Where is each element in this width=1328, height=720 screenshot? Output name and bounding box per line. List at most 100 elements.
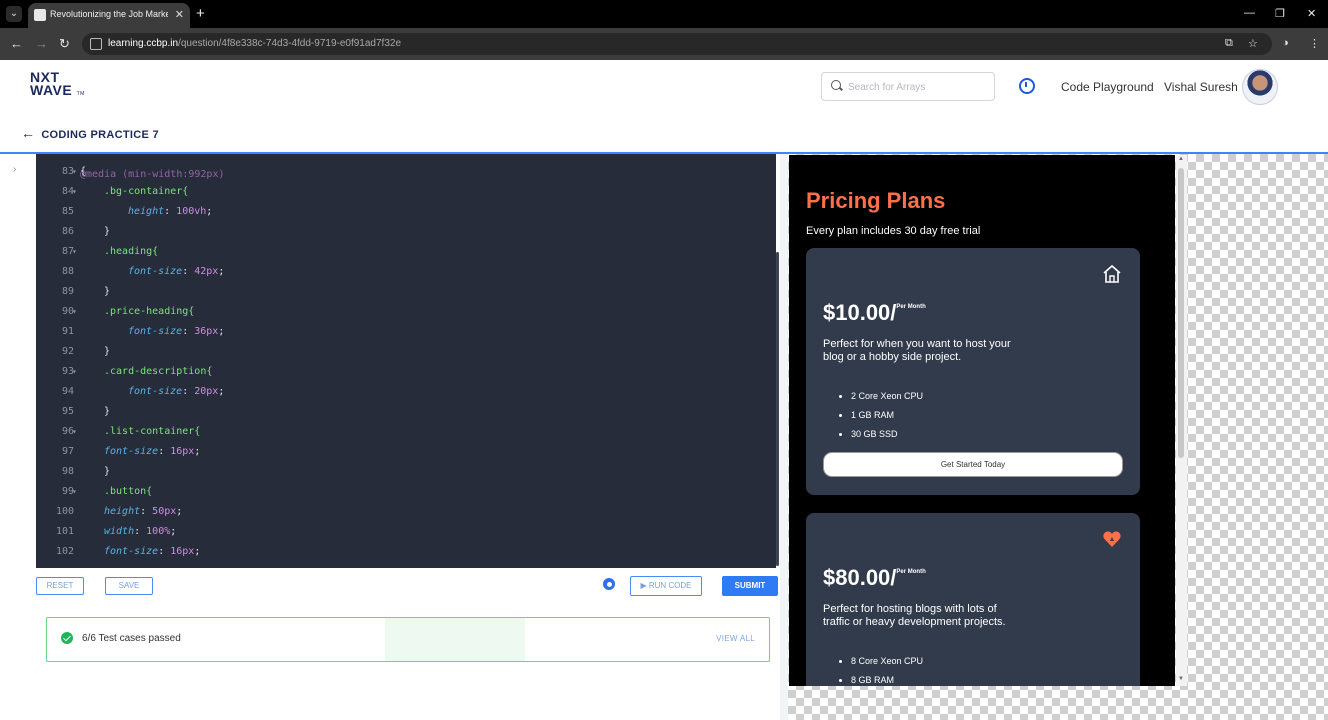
back-to-practice-link[interactable]: ← CODING PRACTICE 7 bbox=[21, 125, 159, 141]
fold-arrow-icon[interactable]: ▾ bbox=[72, 302, 77, 322]
bookmark-star-icon[interactable]: ☆ bbox=[1248, 37, 1258, 50]
list-item: 8 Core Xeon CPU bbox=[851, 655, 923, 674]
browser-tab[interactable]: Revolutionizing the Job Market ✕ bbox=[28, 3, 190, 28]
code-selector: .card-description{ bbox=[104, 366, 213, 377]
back-arrow-icon[interactable]: ← bbox=[10, 36, 23, 51]
fold-arrow-icon[interactable]: ▾ bbox=[72, 482, 77, 502]
get-started-button[interactable]: Get Started Today bbox=[823, 452, 1123, 477]
test-result-bar: 6/6 Test cases passed VIEW ALL bbox=[46, 617, 770, 662]
code-editor[interactable]: @media (min-width:992px) 83 ▾{84 ▾ .bg-cont… bbox=[36, 154, 776, 568]
line-number: 89 bbox=[61, 286, 74, 297]
card-price: $80.00/Per Month bbox=[823, 565, 926, 591]
list-item: 30 GB SSD bbox=[851, 428, 923, 447]
search-box[interactable] bbox=[821, 72, 995, 101]
code-text: } bbox=[104, 462, 110, 482]
logo-tm: TM bbox=[76, 91, 85, 97]
app-header: NXT WAVE TM Code Playground Vishal Sures… bbox=[0, 60, 1328, 152]
code-text: .bg-container{ bbox=[104, 182, 188, 202]
more-menu-icon[interactable]: ⋮ bbox=[1309, 37, 1320, 50]
site-info-icon[interactable] bbox=[90, 38, 102, 50]
code-text: { bbox=[80, 162, 86, 182]
code-text: .card-description{ bbox=[104, 362, 212, 382]
code-text: .price-heading{ bbox=[104, 302, 194, 322]
fold-arrow-icon[interactable]: ▾ bbox=[72, 182, 77, 202]
feature-list: 8 Core Xeon CPU 8 GB RAM bbox=[823, 655, 923, 686]
run-code-button[interactable]: ▶ RUN CODE bbox=[630, 576, 702, 596]
tab-close-icon[interactable]: ✕ bbox=[175, 8, 184, 21]
username[interactable]: Vishal Suresh bbox=[1164, 80, 1238, 94]
new-tab-plus-icon[interactable]: + bbox=[196, 5, 205, 22]
install-app-icon[interactable]: ⧉ bbox=[1225, 37, 1233, 50]
view-all-link[interactable]: VIEW ALL bbox=[716, 634, 755, 643]
code-text: } bbox=[104, 282, 110, 302]
code-text: font-size: 16px; bbox=[104, 546, 201, 557]
tab-search-chevron-icon[interactable]: ⌄ bbox=[6, 6, 22, 22]
code-selector: { bbox=[80, 166, 87, 177]
practice-title: CODING PRACTICE 7 bbox=[41, 129, 159, 141]
code-selector: .list-container{ bbox=[104, 426, 201, 437]
address-bar: ← → ↻ learning.ccbp.in/question/4f8e338c… bbox=[0, 28, 1328, 60]
gear-icon[interactable] bbox=[603, 578, 615, 590]
code-text: width: 100%; bbox=[104, 526, 177, 537]
left-collapsed-panel bbox=[0, 154, 36, 568]
save-button[interactable]: SAVE bbox=[105, 577, 153, 595]
output-preview[interactable]: Pricing Plans Every plan includes 30 day… bbox=[789, 155, 1175, 686]
expand-panel-chevron-icon[interactable]: › bbox=[13, 164, 16, 175]
scroll-up-arrow-icon[interactable]: ▲ bbox=[1178, 156, 1184, 162]
code-text: font-size: 16px; bbox=[104, 446, 201, 457]
line-number: 97 bbox=[61, 446, 74, 457]
code-value: 100% bbox=[146, 526, 171, 537]
code-line: 92} bbox=[36, 342, 776, 362]
line-number: 90 bbox=[61, 306, 74, 317]
submit-button[interactable]: SUBMIT bbox=[722, 576, 778, 596]
fold-arrow-icon[interactable]: ▾ bbox=[72, 362, 77, 382]
reset-button[interactable]: RESET bbox=[36, 577, 84, 595]
list-item: 8 GB RAM bbox=[851, 674, 923, 686]
close-window-icon[interactable]: ✕ bbox=[1307, 7, 1316, 20]
avatar[interactable] bbox=[1242, 69, 1278, 105]
minimize-icon[interactable]: — bbox=[1244, 7, 1255, 19]
price-period: Per Month bbox=[896, 569, 926, 575]
code-property: font-size bbox=[104, 546, 159, 557]
preview-scrollbar[interactable] bbox=[1178, 168, 1184, 458]
pane-splitter[interactable] bbox=[780, 154, 788, 720]
fold-arrow-icon[interactable]: ▾ bbox=[72, 422, 77, 442]
line-number: 100 bbox=[55, 506, 74, 517]
profile-icon[interactable]: ◑ bbox=[1282, 37, 1289, 49]
code-playground-link[interactable]: Code Playground bbox=[1061, 80, 1154, 94]
code-line: 101 width: 100%; bbox=[36, 522, 776, 542]
code-value: 16px bbox=[170, 446, 195, 457]
restore-icon[interactable]: ❐ bbox=[1275, 7, 1285, 20]
code-value: 42px bbox=[194, 266, 219, 277]
editor-scrollbar[interactable] bbox=[776, 252, 779, 566]
code-text: } bbox=[104, 342, 110, 362]
code-line: 94 font-size: 20px; bbox=[36, 382, 776, 402]
forward-arrow-icon[interactable]: → bbox=[35, 36, 48, 51]
result-watermark bbox=[385, 618, 525, 661]
url-field[interactable]: learning.ccbp.in/question/4f8e338c-74d3-… bbox=[82, 33, 1272, 55]
nxtwave-logo[interactable]: NXT WAVE TM bbox=[30, 70, 85, 101]
scroll-down-arrow-icon[interactable]: ▼ bbox=[1178, 676, 1184, 682]
code-line: 91 font-size: 36px; bbox=[36, 322, 776, 342]
check-circle-icon bbox=[61, 632, 73, 644]
code-line: 95} bbox=[36, 402, 776, 422]
fold-arrow-icon[interactable]: ▾ bbox=[72, 162, 77, 182]
code-line: 93 ▾ .card-description{ bbox=[36, 362, 776, 382]
fold-arrow-icon[interactable]: ▾ bbox=[72, 242, 77, 262]
code-line: 90 ▾ .price-heading{ bbox=[36, 302, 776, 322]
code-line: 100 height: 50px; bbox=[36, 502, 776, 522]
search-input[interactable] bbox=[846, 78, 990, 96]
price-value: $10.00/ bbox=[823, 300, 897, 325]
code-property: font-size bbox=[104, 446, 159, 457]
code-text: font-size: 42px; bbox=[128, 266, 225, 277]
timer-icon[interactable] bbox=[1019, 78, 1035, 94]
code-property: font-size bbox=[128, 326, 183, 337]
code-text: } bbox=[104, 402, 110, 422]
code-selector: .heading{ bbox=[104, 246, 159, 257]
card-price: $10.00/Per Month bbox=[823, 300, 926, 326]
code-value: 20px bbox=[194, 386, 219, 397]
code-text: font-size: 20px; bbox=[128, 386, 225, 397]
pricing-subtitle: Every plan includes 30 day free trial bbox=[806, 225, 981, 237]
url-path: /question/4f8e338c-74d3-4fdd-9719-e0f91a… bbox=[178, 38, 402, 49]
reload-icon[interactable]: ↻ bbox=[59, 36, 70, 52]
